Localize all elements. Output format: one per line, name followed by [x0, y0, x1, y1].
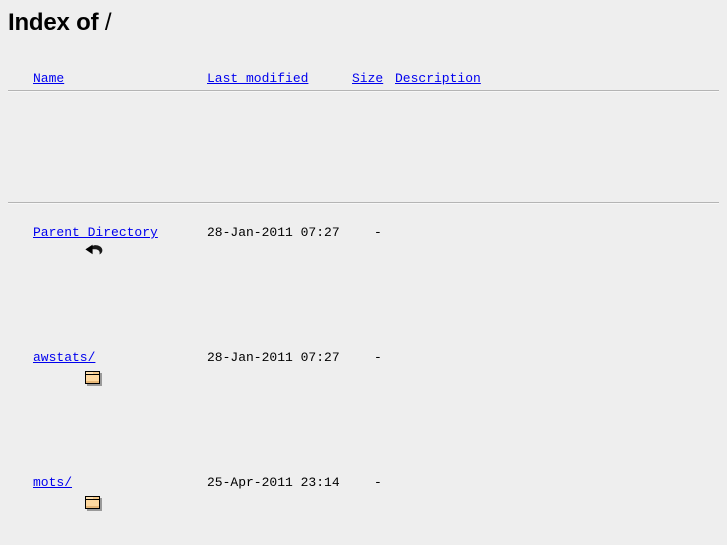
table-row: mots/ 25-Apr-2011 23:14 -	[0, 467, 382, 511]
list-item-last-modified: 28-Jan-2011 07:27	[207, 225, 340, 240]
column-header-size[interactable]: Size	[352, 66, 383, 91]
back-arrow-icon	[6, 218, 103, 255]
listing-rule-bottom	[8, 202, 719, 204]
listing-rule-top	[8, 90, 719, 92]
listing-header-row: Name Last modified Size Description	[0, 66, 481, 86]
column-header-name[interactable]: Name	[33, 66, 64, 91]
list-item-size: -	[374, 225, 382, 240]
column-header-last-modified[interactable]: Last modified	[207, 66, 308, 91]
column-header-description[interactable]: Description	[395, 66, 481, 91]
table-row: Parent Directory 28-Jan-2011 07:27 -	[0, 217, 382, 255]
list-item-size: -	[374, 350, 382, 365]
list-item-last-modified: 28-Jan-2011 07:27	[207, 350, 340, 365]
directory-listing: Name Last modified Size Description Pare…	[0, 0, 727, 511]
list-item-last-modified: 25-Apr-2011 23:14	[207, 475, 340, 490]
folder-icon	[6, 343, 103, 386]
folder-icon	[6, 468, 103, 511]
list-item-link[interactable]: mots/	[33, 470, 72, 495]
list-item-link[interactable]: awstats/	[33, 345, 95, 370]
list-item-link[interactable]: Parent Directory	[33, 220, 158, 245]
table-row: awstats/ 28-Jan-2011 07:27 -	[0, 342, 382, 386]
list-item-size: -	[374, 475, 382, 490]
listing-rows: Parent Directory 28-Jan-2011 07:27 - aws…	[0, 117, 382, 545]
directory-index-page: Index of / Name Last modified Size Descr…	[0, 0, 727, 545]
